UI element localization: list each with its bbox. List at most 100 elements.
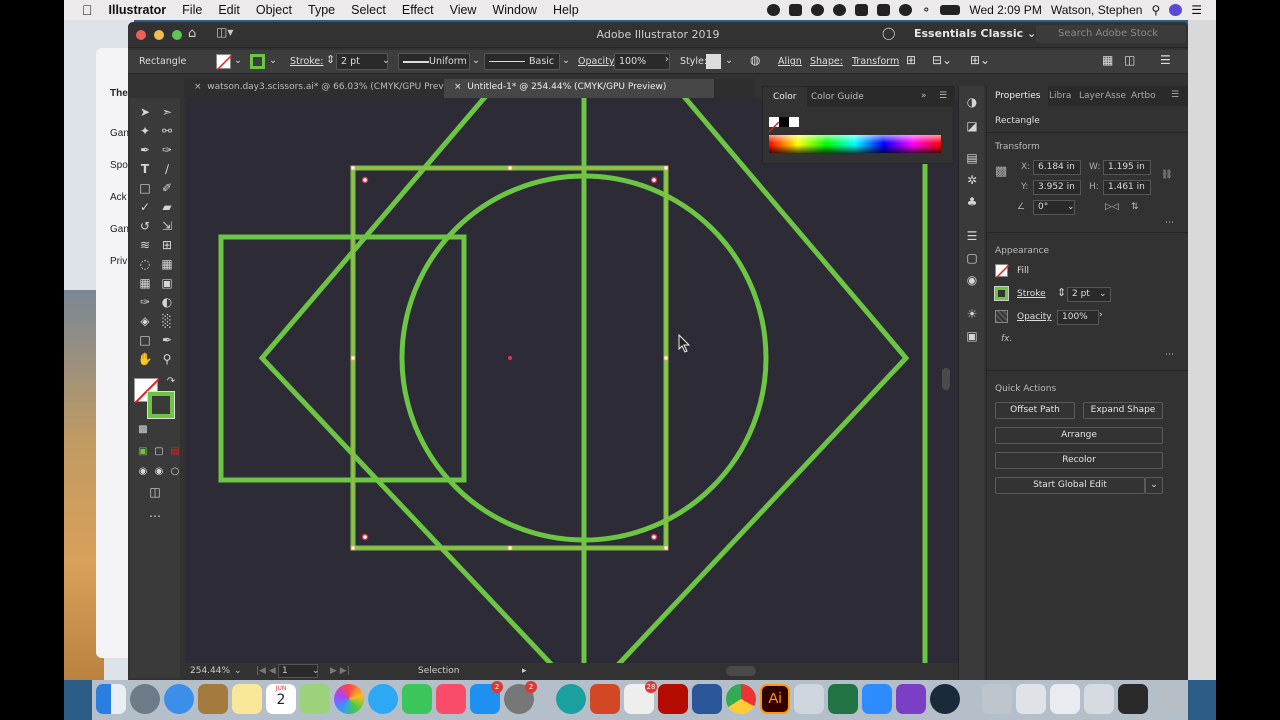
transparency-icon[interactable]: ◉ (963, 272, 981, 288)
quicktime-icon[interactable] (930, 684, 960, 714)
more-options-icon[interactable]: ⋯ (1165, 350, 1174, 360)
tab-color[interactable]: Color (763, 87, 807, 107)
panel-menu-icon[interactable]: ☰ (939, 91, 947, 101)
tab-untitled[interactable]: × Untitled-1* @ 254.44% (CMYK/GPU Previe… (444, 79, 714, 98)
wifi-icon[interactable]: ⚬ (921, 3, 931, 17)
align-link[interactable]: Align (778, 56, 802, 67)
artboard-nav-next[interactable]: ▶ ▶| (330, 666, 350, 676)
chrome-icon[interactable] (726, 684, 756, 714)
rectangle-tool-icon[interactable]: □ (136, 180, 154, 196)
free-transform-icon[interactable]: ⊞ (158, 237, 176, 253)
line-tool-icon[interactable]: ∕ (158, 161, 176, 177)
launchpad-icon[interactable] (130, 684, 160, 714)
screen-mode-icon[interactable]: ◫ (146, 484, 164, 500)
arrange-button[interactable]: Arrange (995, 427, 1163, 444)
swap-fill-stroke-icon[interactable]: ↷ (162, 374, 180, 390)
variable-width-profile[interactable]: Uniform (398, 53, 470, 70)
opacity-field[interactable]: 100% (614, 53, 670, 70)
edge-app-icon[interactable] (556, 684, 586, 714)
tab-artboards[interactable]: Artbo (1131, 91, 1156, 101)
tab-layers[interactable]: Layer (1079, 91, 1104, 101)
preview-icon[interactable]: 28 (624, 681, 657, 714)
chevron-down-icon[interactable]: ⌄ (234, 55, 242, 66)
h-field[interactable]: 1.461 in (1103, 180, 1151, 195)
apple-icon[interactable]:  (64, 2, 101, 18)
record-icon[interactable] (767, 4, 781, 16)
menu-icon[interactable]: ☰ (1160, 53, 1171, 67)
dollar-icon[interactable] (855, 4, 869, 16)
tab-properties[interactable]: Properties (987, 86, 1049, 106)
stroke-label[interactable]: Stroke (1017, 289, 1046, 299)
rotate-tool-icon[interactable]: ↺ (136, 218, 154, 234)
excel-icon[interactable] (828, 684, 858, 714)
width-tool-icon[interactable]: ≋ (136, 237, 154, 253)
white-swatch[interactable] (789, 117, 799, 127)
eyedropper-icon[interactable]: ✑ (136, 294, 154, 310)
tab-assets[interactable]: Asse (1105, 91, 1126, 101)
artboard-canvas[interactable] (186, 98, 958, 663)
column-graph-icon[interactable]: ░ (158, 313, 176, 329)
calendar-icon[interactable]: JUN 2 (266, 684, 296, 714)
w-field[interactable]: 1.195 in (1103, 160, 1151, 175)
horizontal-scroll-thumb[interactable] (726, 666, 756, 676)
fill-swatch[interactable] (995, 264, 1010, 279)
flip-horizontal-icon[interactable]: ▷◁ (1105, 202, 1119, 212)
artboard-tool-icon[interactable]: □ (136, 332, 154, 348)
user-name[interactable]: Watson, Stephen (1051, 3, 1143, 17)
isolate-icon[interactable]: ⊞ (906, 53, 916, 67)
notefile-icon[interactable] (198, 684, 228, 714)
stepper-icon[interactable]: ⇕ (1057, 286, 1066, 299)
tab-color-guide[interactable]: Color Guide (811, 92, 864, 102)
chevron-down-icon[interactable]: ⌄ (1067, 202, 1075, 212)
chevron-down-icon[interactable]: ⌄ (562, 55, 570, 66)
recolor-artwork-icon[interactable]: ◍ (750, 53, 760, 67)
recent-file-icon[interactable] (1050, 684, 1080, 714)
envelope-icon[interactable]: ⊞⌄ (970, 53, 990, 67)
battery-icon[interactable] (940, 5, 961, 15)
flip-vertical-icon[interactable]: ⇅ (1131, 202, 1139, 212)
paintbrush-icon[interactable]: ✐ (158, 180, 176, 196)
none-swatch[interactable] (768, 117, 780, 133)
blend-tool-icon[interactable]: ◐ (158, 294, 176, 310)
siri-icon[interactable] (1169, 4, 1183, 16)
powerpoint-icon[interactable] (590, 684, 620, 714)
recent-file-icon[interactable] (982, 684, 1012, 714)
system-preferences-icon[interactable]: 2 (504, 681, 537, 714)
menu-file[interactable]: File (174, 3, 210, 17)
zoom-level[interactable]: 254.44% (190, 666, 230, 676)
collapse-icon[interactable]: » (921, 91, 927, 101)
chevron-right-icon[interactable]: ▸ (522, 666, 527, 676)
shape-link[interactable]: Shape: (810, 56, 843, 67)
type-tool-icon[interactable]: T (136, 161, 154, 177)
arrange-panels-icon[interactable]: ▦ (1102, 53, 1113, 67)
transform-link[interactable]: Transform (852, 56, 899, 67)
asset-export-icon[interactable]: ✲ (963, 172, 981, 188)
clock-icon[interactable] (899, 4, 913, 16)
zoom-tool-icon[interactable]: ⚲ (158, 351, 176, 367)
stroke-swatch[interactable] (994, 286, 1009, 301)
chevron-down-icon[interactable]: ⌄ (382, 55, 390, 66)
hand-tool-icon[interactable]: ✋ (136, 351, 154, 367)
black-swatch[interactable] (779, 117, 789, 127)
constrain-proportions-icon[interactable]: ⛓ (1161, 170, 1172, 180)
menu-type[interactable]: Type (300, 3, 343, 17)
panel-menu-icon[interactable]: ☰ (1171, 90, 1179, 100)
spotlight-icon[interactable]: ⚲ (1151, 3, 1160, 17)
workspace-switcher[interactable]: Essentials Classic ⌄ (914, 27, 1036, 40)
brush-definition[interactable]: Basic (484, 53, 560, 70)
pen-tool-icon[interactable]: ✒ (136, 142, 154, 158)
tab-scissors[interactable]: × watson.day3.scissors.ai* @ 66.03% (CMY… (184, 79, 463, 98)
layers-icon[interactable]: ▤ (963, 150, 981, 166)
close-icon[interactable]: × (194, 82, 202, 92)
eraser-icon[interactable]: ▰ (158, 199, 176, 215)
none-mode-icon[interactable]: ▤ (166, 444, 184, 460)
opacity-label[interactable]: Opacity: (578, 56, 617, 67)
close-icon[interactable]: × (454, 82, 462, 92)
maps-icon[interactable] (300, 684, 330, 714)
properties-panel-icon[interactable]: ◑ (963, 94, 981, 110)
libraries-icon[interactable]: ◪ (963, 118, 981, 134)
curvature-tool-icon[interactable]: ✑ (158, 142, 176, 158)
app-store-icon[interactable]: 2 (470, 681, 503, 714)
search-stock-input[interactable]: Search Adobe Stock (1036, 25, 1186, 43)
zoom-app-icon[interactable] (862, 684, 892, 714)
